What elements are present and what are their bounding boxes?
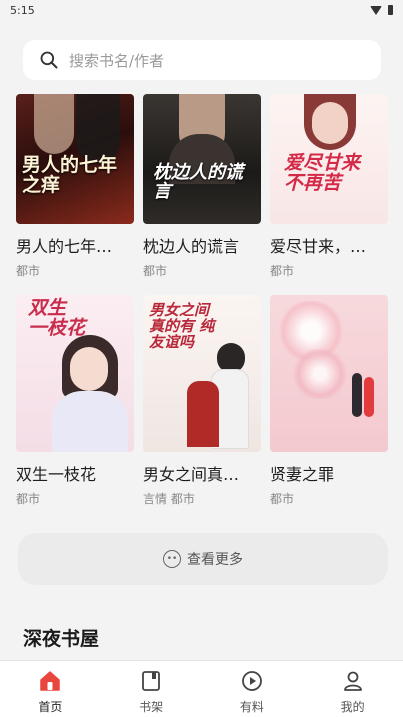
book-cover: 爱尽甘来 不再苦 xyxy=(270,94,388,224)
tab-profile[interactable]: 我的 xyxy=(302,661,403,717)
tab-label: 首页 xyxy=(38,700,63,714)
wifi-icon xyxy=(370,5,382,15)
cover-title: 爱尽甘来 不再苦 xyxy=(284,152,361,194)
more-dots-icon: •• xyxy=(163,550,181,568)
book-tag: 都市 xyxy=(143,264,168,278)
status-bar: 5:15 xyxy=(0,0,403,20)
search-bar[interactable]: 搜索书名/作者 xyxy=(23,40,381,80)
tab-feed[interactable]: 有料 xyxy=(202,661,303,717)
book-title: 枕边人的谎言 xyxy=(143,237,240,256)
book-title: 男女之间真… xyxy=(143,465,240,484)
book-card[interactable]: 男女之间 真的有 纯友谊吗 男女之间真… 言情 都市 xyxy=(143,295,261,507)
view-more-label: 查看更多 xyxy=(187,552,243,568)
section-title: 深夜书屋 xyxy=(23,628,100,650)
status-time: 5:15 xyxy=(10,3,35,17)
profile-icon xyxy=(343,671,362,691)
book-cover xyxy=(270,295,388,452)
home-icon xyxy=(40,671,61,691)
search-placeholder: 搜索书名/作者 xyxy=(69,51,165,70)
book-title: 爱尽甘来，… xyxy=(270,237,367,256)
book-cover: 男人的七年之痒 xyxy=(16,94,134,224)
tab-label: 我的 xyxy=(340,700,365,714)
book-tag: 都市 xyxy=(16,264,41,278)
book-cover: 双生 一枝花 xyxy=(16,295,134,452)
book-card[interactable]: 爱尽甘来 不再苦 爱尽甘来，… 都市 xyxy=(270,94,388,279)
book-cover: 枕边人的谎言 xyxy=(143,94,261,224)
tab-label: 书架 xyxy=(139,700,164,714)
book-card[interactable]: 双生 一枝花 双生一枝花 都市 xyxy=(16,295,134,507)
bookshelf-icon xyxy=(142,671,161,691)
tab-label: 有料 xyxy=(239,700,264,714)
cover-title: 双生 一枝花 xyxy=(28,297,86,339)
book-title: 双生一枝花 xyxy=(16,465,97,484)
book-cover: 男女之间 真的有 纯友谊吗 xyxy=(143,295,261,452)
book-card[interactable]: 男人的七年之痒 男人的七年… 都市 xyxy=(16,94,134,279)
cover-title: 枕边人的谎言 xyxy=(153,162,243,202)
book-tag: 都市 xyxy=(16,492,41,506)
cover-title: 男女之间 真的有 纯友谊吗 xyxy=(149,301,215,351)
tab-home[interactable]: 首页 xyxy=(0,661,101,717)
book-card[interactable]: 枕边人的谎言 枕边人的谎言 都市 xyxy=(143,94,261,279)
search-icon xyxy=(40,51,58,69)
status-icons xyxy=(370,5,393,15)
view-more-button[interactable]: •• 查看更多 xyxy=(18,533,388,585)
book-card[interactable]: 贤妻之罪 都市 xyxy=(270,295,388,507)
tab-bookshelf[interactable]: 书架 xyxy=(101,661,202,717)
battery-icon xyxy=(388,5,393,15)
book-title: 贤妻之罪 xyxy=(270,465,335,484)
book-tag: 都市 xyxy=(270,264,295,278)
book-tag: 言情 都市 xyxy=(143,492,195,506)
bottom-tab-bar: 首页 书架 有料 我的 xyxy=(0,660,403,717)
book-tag: 都市 xyxy=(270,492,295,506)
book-title: 男人的七年… xyxy=(16,237,113,256)
play-icon xyxy=(241,671,262,691)
cover-title: 男人的七年之痒 xyxy=(22,154,118,196)
